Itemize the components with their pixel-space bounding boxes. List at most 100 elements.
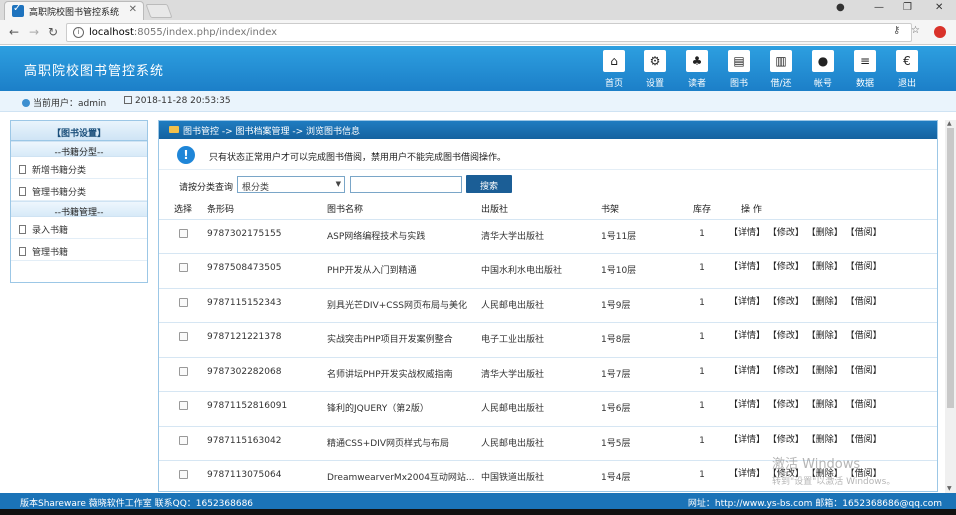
delete-link[interactable]: 【删除】 xyxy=(807,228,843,238)
edit-link[interactable]: 【修改】 xyxy=(768,331,804,341)
scroll-up-icon[interactable]: ▲ xyxy=(947,120,952,127)
edit-link[interactable]: 【修改】 xyxy=(768,435,804,445)
column-header: 图书名称 xyxy=(327,199,481,220)
detail-link[interactable]: 【详情】 xyxy=(729,262,765,272)
address-bar: ← → ↻ i localhost:8055/index.php/index/i… xyxy=(0,20,956,45)
edit-link[interactable]: 【修改】 xyxy=(768,366,804,376)
borrow-link[interactable]: 【借阅】 xyxy=(846,400,882,410)
account-icon[interactable]: ● xyxy=(836,2,845,13)
delete-link[interactable]: 【删除】 xyxy=(807,435,843,445)
borrow-link[interactable]: 【借阅】 xyxy=(846,366,882,376)
shelf-cell: 1号5层 xyxy=(601,426,675,461)
menu-label: 读者 xyxy=(687,79,706,89)
publisher-cell: 电子工业出版社 xyxy=(481,322,601,358)
sidebar-item-add-book[interactable]: 录入书籍 xyxy=(11,217,147,239)
detail-link[interactable]: 【详情】 xyxy=(729,228,765,238)
edit-link[interactable]: 【修改】 xyxy=(768,297,804,307)
sidebar-item-add-category[interactable]: 新增书籍分类 xyxy=(11,157,147,179)
document-icon xyxy=(19,165,26,174)
detail-link[interactable]: 【详情】 xyxy=(729,400,765,410)
category-select[interactable]: 根分类 ▼ xyxy=(237,176,345,193)
scroll-down-icon[interactable]: ▼ xyxy=(947,485,952,492)
stock-cell: 1 xyxy=(675,460,729,491)
sidebar-group-category: --书籍分型-- xyxy=(11,141,147,158)
row-checkbox[interactable] xyxy=(178,297,188,307)
book-name-cell: 实战突击PHP项目开发案例整合 xyxy=(327,322,481,358)
page-scrollbar[interactable]: ▲ ▼ xyxy=(945,120,956,493)
windows-watermark: 激活 Windows 转到"设置"以激活 Windows。 xyxy=(772,453,895,487)
row-checkbox[interactable] xyxy=(178,401,188,410)
menu-settings[interactable]: ⚙ 设置 xyxy=(638,50,672,89)
detail-link[interactable]: 【详情】 xyxy=(729,331,765,341)
key-icon[interactable]: ⚷ xyxy=(893,25,900,36)
stock-cell: 1 xyxy=(675,357,729,392)
search-input[interactable] xyxy=(350,176,462,193)
menu-label: 帐号 xyxy=(813,79,832,89)
menu-home[interactable]: ⌂ 首页 xyxy=(597,50,631,89)
borrow-link[interactable]: 【借阅】 xyxy=(846,262,882,272)
ops-group: 【详情】 【修改】 【删除】 【借阅】 xyxy=(729,227,937,239)
menu-account[interactable]: ● 帐号 xyxy=(806,50,840,89)
row-checkbox[interactable] xyxy=(178,228,188,238)
borrow-link[interactable]: 【借阅】 xyxy=(846,228,882,238)
row-checkbox[interactable] xyxy=(178,263,188,272)
edit-link[interactable]: 【修改】 xyxy=(768,400,804,410)
reload-icon[interactable]: ↻ xyxy=(48,25,58,39)
close-tab-icon[interactable]: ✕ xyxy=(129,4,137,15)
column-header: 库存 xyxy=(675,199,729,220)
forward-icon[interactable]: → xyxy=(29,25,39,39)
notice-text: 只有状态正常用户才可以完成图书借阅，禁用用户不能完成图书借阅操作。 xyxy=(209,153,507,163)
shelf-cell: 1号4层 xyxy=(601,460,675,491)
maximize-icon[interactable]: ❐ xyxy=(903,2,912,13)
menu-data[interactable]: ≡ 数据 xyxy=(848,50,882,89)
delete-link[interactable]: 【删除】 xyxy=(807,331,843,341)
borrow-link[interactable]: 【借阅】 xyxy=(846,331,882,341)
detail-link[interactable]: 【详情】 xyxy=(729,469,765,479)
new-tab-button[interactable] xyxy=(145,4,173,18)
document-icon xyxy=(19,225,26,234)
close-window-icon[interactable]: ✕ xyxy=(935,2,943,13)
scrollbar-thumb[interactable] xyxy=(947,128,954,408)
row-checkbox[interactable] xyxy=(178,332,188,341)
row-checkbox[interactable] xyxy=(178,435,188,445)
menu-exit[interactable]: € 退出 xyxy=(890,50,924,89)
browser-tab[interactable]: 高职院校图书管控系统 ✕ xyxy=(4,1,144,20)
favicon-icon xyxy=(12,3,24,17)
publisher-cell: 人民邮电出版社 xyxy=(481,391,601,427)
extension-icon[interactable] xyxy=(934,26,946,38)
stock-cell: 1 xyxy=(675,219,729,254)
ops-cell: 【详情】 【修改】 【删除】 【借阅】 xyxy=(729,322,937,358)
delete-link[interactable]: 【删除】 xyxy=(807,400,843,410)
stock-cell: 1 xyxy=(675,253,729,289)
sidebar-item-manage-books[interactable]: 管理书籍 xyxy=(11,239,147,261)
url-input[interactable]: i localhost:8055/index.php/index/index xyxy=(66,23,912,42)
detail-link[interactable]: 【详情】 xyxy=(729,366,765,376)
table-row: 9787115281609​1 锋利的JQUERY（第2版） 人民邮电出版社 1号6层… xyxy=(159,391,937,427)
menu-books[interactable]: ▤ 图书 xyxy=(722,50,756,89)
minimize-icon[interactable]: — xyxy=(874,2,884,13)
delete-link[interactable]: 【删除】 xyxy=(807,366,843,376)
edit-link[interactable]: 【修改】 xyxy=(768,262,804,272)
watermark-line2: 转到"设置"以激活 Windows。 xyxy=(772,477,896,487)
delete-link[interactable]: 【删除】 xyxy=(807,297,843,307)
book-name-cell: 名师讲坛PHP开发实战权威指南 xyxy=(327,357,481,392)
detail-link[interactable]: 【详情】 xyxy=(729,435,765,445)
menu-readers[interactable]: ♣ 读者 xyxy=(680,50,714,89)
row-checkbox[interactable] xyxy=(178,470,188,479)
ops-group: 【详情】 【修改】 【删除】 【借阅】 xyxy=(729,261,937,273)
footer: 版本Shareware 薇晓软件工作室 联系QQ：1652368686 网址：h… xyxy=(0,493,956,509)
borrow-link[interactable]: 【借阅】 xyxy=(846,435,882,445)
bookmark-star-icon[interactable]: ☆ xyxy=(911,25,920,36)
search-button[interactable]: 搜索 xyxy=(466,175,512,193)
borrow-link[interactable]: 【借阅】 xyxy=(846,297,882,307)
site-info-icon[interactable]: i xyxy=(73,27,84,38)
edit-link[interactable]: 【修改】 xyxy=(768,228,804,238)
row-checkbox[interactable] xyxy=(178,366,188,376)
breadcrumb-text: 图书管控 -> 图书档案管理 -> 浏览图书信息 xyxy=(183,127,361,137)
sidebar-item-manage-category[interactable]: 管理书籍分类 xyxy=(11,179,147,201)
back-icon[interactable]: ← xyxy=(9,25,19,39)
menu-borrow-return[interactable]: ▥ 借/还 xyxy=(764,50,798,89)
detail-link[interactable]: 【详情】 xyxy=(729,297,765,307)
select-cell xyxy=(159,460,207,491)
delete-link[interactable]: 【删除】 xyxy=(807,262,843,272)
